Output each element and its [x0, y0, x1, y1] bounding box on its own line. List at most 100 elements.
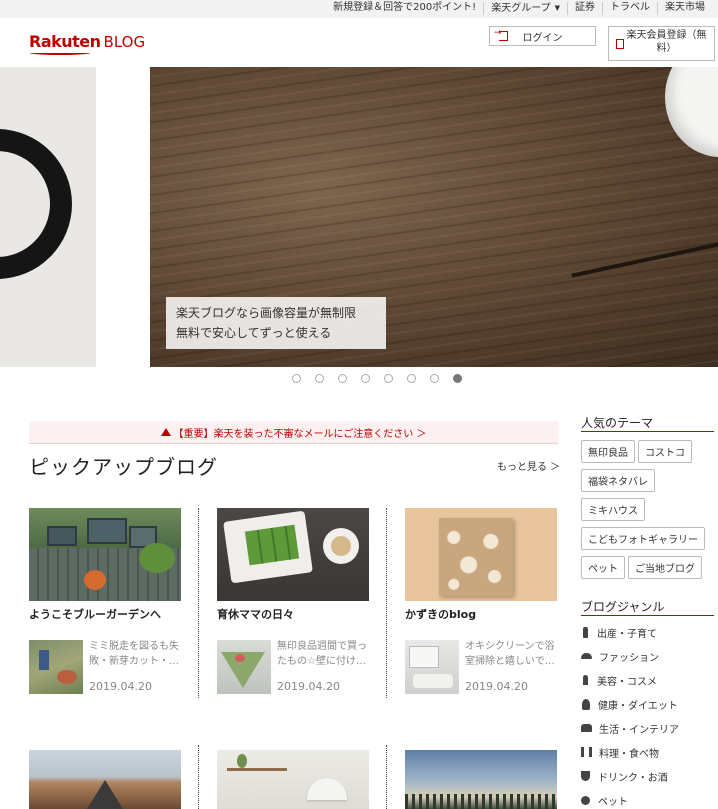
genre-label: 健康・ダイエット: [598, 700, 678, 712]
genre-item-drink[interactable]: ドリンク・お酒: [581, 764, 716, 788]
baby-bottle-icon: [583, 626, 588, 638]
genre-item-beauty[interactable]: 美容・コスメ: [581, 668, 716, 692]
genre-list: 出産・子育て ファッション 美容・コスメ 健康・ダイエット 生活・インテリア 料…: [581, 620, 716, 809]
running-icon: [582, 698, 590, 710]
top-link-travel[interactable]: トラベル: [602, 2, 657, 15]
genre-item-interior[interactable]: 生活・インテリア: [581, 716, 716, 740]
pickup-blog-card[interactable]: かずきのblog オキシクリーンで浴室掃除と嬉しいで… 2019.04.20: [405, 508, 557, 696]
carousel-dot[interactable]: [338, 374, 347, 383]
top-link-securities[interactable]: 証券: [567, 2, 602, 15]
register-label: 楽天会員登録（無料）: [626, 30, 707, 54]
sofa-icon: [581, 724, 592, 732]
carousel-dots: [292, 374, 462, 383]
genre-label: 美容・コスメ: [597, 676, 657, 688]
login-button[interactable]: ログイン: [489, 26, 596, 46]
theme-tags: 無印良品 コストコ 福袋ネタバレ ミキハウス こどもフォトギャラリー ペット ご当地…: [581, 440, 716, 585]
blog-entry[interactable]: ミミ脱走を図るも失敗・新芽カット・… 2019.04.20: [29, 640, 181, 696]
hero-caption-line1: 楽天ブログなら画像容量が無制限: [176, 306, 357, 320]
top-link-group[interactable]: 楽天グループ ▼: [483, 2, 567, 15]
genre-item-fashion[interactable]: ファッション: [581, 644, 716, 668]
blog-thumbnail-interior[interactable]: [217, 750, 369, 809]
login-label: ログイン: [522, 32, 563, 44]
theme-tag[interactable]: 福袋ネタバレ: [581, 469, 655, 492]
wine-glass-icon: [581, 771, 590, 781]
popular-themes-title: 人気のテーマ: [581, 414, 714, 432]
logo-main-text: Rakuten: [29, 32, 101, 51]
column-divider: [198, 508, 199, 698]
entry-date: 2019.04.20: [465, 680, 528, 693]
entry-title[interactable]: オキシクリーンで浴室掃除と嬉しいで…: [465, 639, 557, 669]
blog-thumbnail-sky[interactable]: [405, 750, 557, 809]
hero-caption-line2: 無料で安心してずっと使える: [176, 326, 332, 340]
hat-icon: [581, 653, 592, 659]
blog-thumbnail-garden[interactable]: [29, 508, 181, 601]
notice-text: 【重要】楽天を装った不審なメールにご注意ください ＞: [173, 428, 427, 440]
genre-label: ファッション: [599, 652, 659, 664]
column-divider: [386, 745, 387, 809]
caret-down-icon: ▼: [554, 4, 560, 12]
blog-thumbnail-food[interactable]: [217, 508, 369, 601]
genre-item-childcare[interactable]: 出産・子育て: [581, 620, 716, 644]
entry-thumbnail[interactable]: [405, 640, 459, 694]
hero-letter-shape: [0, 129, 72, 279]
blog-name[interactable]: ようこそブルーガーデンへ: [29, 606, 181, 621]
warning-icon: [160, 428, 171, 436]
blog-entry[interactable]: オキシクリーンで浴室掃除と嬉しいで… 2019.04.20: [405, 640, 557, 696]
register-button[interactable]: 楽天会員登録（無料）: [608, 26, 715, 61]
genre-item-food[interactable]: 料理・食べ物: [581, 740, 716, 764]
paw-icon: [581, 795, 590, 805]
genre-label: ドリンク・お酒: [598, 772, 668, 784]
carousel-dot[interactable]: [292, 374, 301, 383]
entry-title[interactable]: 無印良品週間で買ったもの☆壁に付け…: [277, 639, 369, 669]
top-link-ichiba[interactable]: 楽天市場: [657, 2, 712, 15]
fork-knife-icon: [581, 747, 592, 757]
theme-tag[interactable]: ペット: [581, 556, 625, 579]
blog-name[interactable]: かずきのblog: [405, 606, 557, 621]
column-divider: [198, 745, 199, 809]
genre-label: 生活・インテリア: [599, 724, 679, 736]
top-utility-bar: 新規登録＆回答で200ポイント! 楽天グループ ▼ 証券 トラベル 楽天市場: [0, 0, 718, 18]
pickup-blog-card[interactable]: 育休ママの日々 無印良品週間で買ったもの☆壁に付け… 2019.04.20: [217, 508, 369, 696]
lipstick-icon: [583, 675, 588, 685]
site-header: RakutenBLOG ログイン 楽天会員登録（無料）: [0, 18, 718, 67]
entry-date: 2019.04.20: [89, 680, 152, 693]
entry-thumbnail[interactable]: [29, 640, 83, 694]
wood-crack: [571, 240, 718, 278]
blog-thumbnail-canvas[interactable]: [405, 508, 557, 601]
genre-label: 出産・子育て: [597, 628, 657, 640]
carousel-dot[interactable]: [315, 374, 324, 383]
more-link[interactable]: もっと見る ＞: [497, 458, 560, 473]
logo-sub-text: BLOG: [103, 33, 146, 51]
important-notice[interactable]: 【重要】楽天を装った不審なメールにご注意ください ＞: [29, 421, 558, 444]
genre-item-pet[interactable]: ペット: [581, 788, 716, 809]
top-link-group-label: 楽天グループ: [491, 3, 551, 14]
entry-thumbnail[interactable]: [217, 640, 271, 694]
hero-caption[interactable]: 楽天ブログなら画像容量が無制限 無料で安心してずっと使える: [166, 297, 386, 349]
genre-label: 料理・食べ物: [599, 748, 659, 760]
theme-tag[interactable]: ミキハウス: [581, 498, 645, 521]
theme-tag[interactable]: こどもフォトギャラリー: [581, 527, 705, 550]
hero-previous-slide-image[interactable]: [0, 67, 96, 367]
theme-tag[interactable]: 無印良品: [581, 440, 635, 463]
pickup-blog-card[interactable]: ようこそブルーガーデンへ ミミ脱走を図るも失敗・新芽カット・… 2019.04.…: [29, 508, 181, 696]
entry-title[interactable]: ミミ脱走を図るも失敗・新芽カット・…: [89, 639, 181, 669]
rakuten-blog-logo[interactable]: Rakuten BLOG: [29, 32, 145, 51]
top-links: 新規登録＆回答で200ポイント! 楽天グループ ▼ 証券 トラベル 楽天市場: [326, 2, 712, 15]
blog-thumbnail-road[interactable]: [29, 750, 181, 809]
carousel-dot[interactable]: [430, 374, 439, 383]
entry-date: 2019.04.20: [277, 680, 340, 693]
carousel-dot[interactable]: [361, 374, 370, 383]
blog-entry[interactable]: 無印良品週間で買ったもの☆壁に付け… 2019.04.20: [217, 640, 369, 696]
column-divider: [386, 508, 387, 698]
theme-tag[interactable]: コストコ: [638, 440, 692, 463]
hero-gap: [96, 67, 150, 367]
genre-item-health[interactable]: 健康・ダイエット: [581, 692, 716, 716]
theme-tag[interactable]: ご当地ブログ: [628, 556, 702, 579]
genre-label: ペット: [598, 796, 628, 808]
carousel-dot[interactable]: [407, 374, 416, 383]
blog-name[interactable]: 育休ママの日々: [217, 606, 369, 621]
carousel-dot[interactable]: [384, 374, 393, 383]
carousel-dot-active[interactable]: [453, 374, 462, 383]
top-link-campaign[interactable]: 新規登録＆回答で200ポイント!: [326, 2, 483, 15]
register-icon: [616, 39, 624, 49]
